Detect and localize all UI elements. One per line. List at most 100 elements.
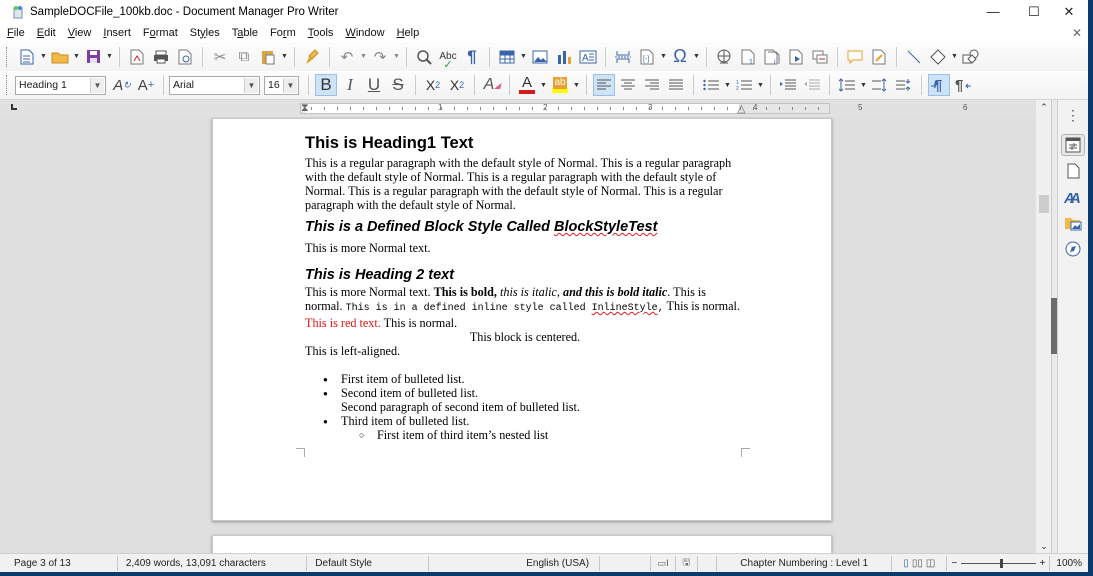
italic-button[interactable]: I — [339, 74, 361, 96]
insert-table-icon[interactable] — [496, 46, 518, 68]
right-indent-handle[interactable]: △ — [737, 102, 745, 115]
page-content[interactable]: This is Heading1 Text This is a regular … — [305, 133, 745, 442]
decrease-indent-button[interactable] — [801, 74, 823, 96]
copy-icon[interactable]: ⧉ — [233, 46, 255, 68]
vertical-scrollbar[interactable]: ⌃ ⌄ — [1035, 100, 1051, 553]
gallery-icon[interactable] — [1061, 212, 1085, 234]
new-document-icon[interactable] — [16, 46, 38, 68]
page-number-status[interactable]: Page 3 of 13 — [0, 555, 118, 571]
print-icon[interactable] — [150, 46, 172, 68]
menu-styles[interactable]: Styles — [190, 27, 220, 39]
single-page-view-icon[interactable]: ▯ — [903, 558, 909, 569]
undo-dropdown[interactable]: ▼ — [359, 53, 368, 60]
menu-form[interactable]: Form — [270, 27, 296, 39]
menu-window[interactable]: Window — [345, 27, 384, 39]
save-dropdown[interactable]: ▼ — [105, 53, 114, 60]
menu-file[interactable]: File — [7, 27, 25, 39]
menu-format[interactable]: Format — [143, 27, 178, 39]
menu-tools[interactable]: Tools — [308, 27, 334, 39]
toolbar-grip[interactable] — [6, 46, 9, 67]
superscript-button[interactable]: X2 — [422, 74, 444, 96]
chevron-down-icon[interactable]: ▼ — [244, 77, 258, 93]
left-indent-handle[interactable]: ⧗ — [301, 102, 309, 115]
numbered-list-button[interactable]: 12 — [733, 74, 755, 96]
endnote-icon[interactable]: i — [761, 46, 783, 68]
sidebar-menu-icon[interactable]: ⋮ — [1061, 104, 1085, 126]
footnote-icon[interactable]: 1 — [737, 46, 759, 68]
shapes-dropdown[interactable]: ▼ — [950, 53, 959, 60]
export-pdf-icon[interactable] — [126, 46, 148, 68]
redo-icon[interactable]: ↷ — [369, 46, 391, 68]
print-preview-icon[interactable] — [174, 46, 196, 68]
paste-dropdown[interactable]: ▼ — [280, 53, 289, 60]
scrollbar-thumb[interactable] — [1039, 195, 1049, 213]
scroll-down-icon[interactable]: ⌄ — [1036, 539, 1052, 553]
new-dropdown[interactable]: ▼ — [39, 53, 48, 60]
align-left-button[interactable] — [593, 74, 615, 96]
align-center-button[interactable] — [617, 74, 639, 96]
page-icon[interactable] — [1061, 160, 1085, 182]
decrease-paragraph-spacing-button[interactable] — [893, 74, 915, 96]
book-view-icon[interactable]: ◫ — [926, 558, 935, 569]
cross-reference-icon[interactable] — [809, 46, 831, 68]
menu-edit[interactable]: Edit — [37, 27, 56, 39]
clear-formatting-button[interactable]: A ◢ — [481, 74, 503, 96]
insert-field-icon[interactable]: [-] — [636, 46, 658, 68]
update-style-icon[interactable]: A ↻ — [111, 74, 133, 96]
cut-icon[interactable]: ✂ — [209, 46, 231, 68]
insert-line-icon[interactable] — [903, 46, 925, 68]
page-break-icon[interactable] — [612, 46, 634, 68]
formatting-marks-icon[interactable]: ¶ — [461, 46, 483, 68]
font-color-dropdown[interactable]: ▼ — [539, 82, 548, 89]
font-size-combo[interactable]: 16 ▼ — [264, 75, 299, 95]
page-style-status[interactable]: Default Style — [307, 555, 429, 571]
paragraph-style-combo[interactable]: Heading 1 ▼ — [15, 75, 106, 95]
insert-textbox-icon[interactable]: A — [577, 46, 599, 68]
strikethrough-button[interactable]: S — [387, 74, 409, 96]
language-status[interactable]: English (USA) — [429, 555, 601, 571]
insert-comment-icon[interactable] — [844, 46, 866, 68]
draw-functions-icon[interactable] — [960, 46, 982, 68]
spelling-icon[interactable]: Abc ✓ — [437, 46, 459, 71]
properties-icon[interactable] — [1061, 134, 1085, 156]
minimize-button[interactable]: — — [976, 0, 1010, 23]
increase-paragraph-spacing-button[interactable] — [869, 74, 891, 96]
align-right-button[interactable] — [641, 74, 663, 96]
maximize-button[interactable]: ☐ — [1017, 0, 1051, 23]
word-count-status[interactable]: 2,409 words, 13,091 characters — [118, 555, 308, 571]
field-dropdown[interactable]: ▼ — [659, 53, 668, 60]
close-button[interactable]: ✕ — [1052, 0, 1086, 23]
line-spacing-button[interactable] — [836, 74, 858, 96]
track-changes-icon[interactable] — [868, 46, 890, 68]
document-modified-icon[interactable]: 🖫 — [676, 555, 698, 571]
left-to-right-button[interactable]: ¶ — [928, 74, 950, 96]
zoom-level[interactable]: 100% — [1050, 556, 1088, 571]
highlight-color-button[interactable]: ab — [549, 74, 571, 96]
chevron-down-icon[interactable]: ▼ — [90, 77, 104, 93]
menu-help[interactable]: Help — [397, 27, 420, 39]
save-icon[interactable] — [82, 46, 104, 68]
selection-mode-icon[interactable]: ▭I — [651, 555, 676, 571]
insert-image-icon[interactable] — [529, 46, 551, 68]
paste-icon[interactable] — [257, 46, 279, 68]
hyperlink-icon[interactable] — [713, 46, 735, 68]
zoom-slider-knob[interactable] — [1000, 558, 1004, 568]
tab-stop-selector[interactable] — [11, 104, 17, 110]
horizontal-ruler[interactable]: ⧗ △ 123456 — [300, 102, 967, 115]
numbering-dropdown[interactable]: ▼ — [756, 82, 765, 89]
font-color-button[interactable]: A — [516, 74, 538, 96]
bold-button[interactable]: B — [315, 74, 337, 96]
line-spacing-dropdown[interactable]: ▼ — [859, 82, 868, 89]
zoom-slider[interactable] — [961, 558, 1036, 568]
open-dropdown[interactable]: ▼ — [72, 53, 81, 60]
menu-view[interactable]: View — [68, 27, 92, 39]
open-folder-icon[interactable] — [49, 46, 71, 68]
multi-page-view-icon[interactable]: ▯▯ — [912, 558, 923, 569]
chevron-down-icon[interactable]: ▼ — [283, 77, 297, 93]
undo-icon[interactable]: ↶ — [336, 46, 358, 68]
toolbar-grip[interactable] — [6, 75, 9, 95]
special-character-dropdown[interactable]: ▼ — [692, 53, 701, 60]
redo-dropdown[interactable]: ▼ — [392, 53, 401, 60]
menu-table[interactable]: Table — [232, 27, 258, 39]
menu-insert[interactable]: Insert — [103, 27, 131, 39]
